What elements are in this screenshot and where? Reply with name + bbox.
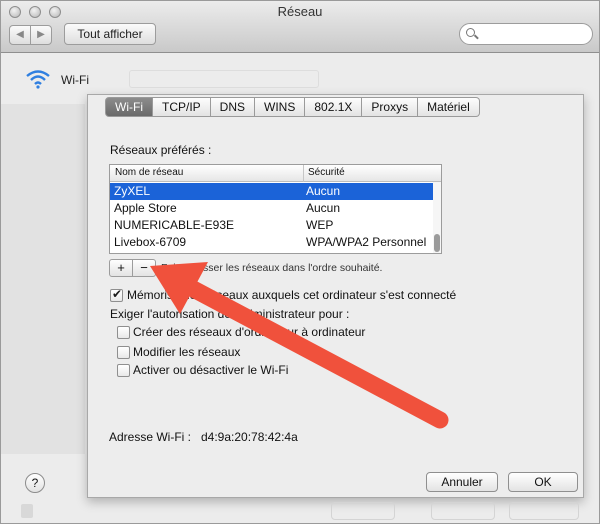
location-popup-ghost	[129, 70, 319, 88]
network-name-cell: NUMERICABLE-E93E	[114, 218, 235, 232]
network-name-cell: Livebox-6709	[114, 235, 187, 249]
tab-dns[interactable]: DNS	[210, 97, 255, 117]
table-row[interactable]: NUMERICABLE-E93E WEP	[110, 217, 434, 234]
scrollbar-thumb[interactable]	[434, 234, 440, 252]
toggle-wifi-label[interactable]: Activer ou désactiver le Wi-Fi	[133, 363, 288, 377]
search-input[interactable]	[459, 23, 593, 45]
settings-tabs: Wi-Fi TCP/IP DNS WINS 802.1X Proxys Maté…	[105, 97, 480, 117]
window-title: Réseau	[277, 4, 323, 19]
apply-button-ghost	[509, 502, 579, 520]
service-title: Wi-Fi	[61, 73, 89, 87]
preferred-networks-heading: Réseaux préférés :	[110, 143, 212, 157]
cancel-button[interactable]: Annuler	[426, 472, 498, 492]
drag-hint-text: Faites glisser les réseaux dans l'ordre …	[161, 262, 383, 274]
security-cell: WEP	[306, 218, 334, 232]
chevron-left-icon: ◀	[16, 29, 24, 40]
ok-button[interactable]: OK	[508, 472, 578, 492]
tab-8021x[interactable]: 802.1X	[305, 97, 363, 117]
admin-required-label: Exiger l'autorisation de l'administrateu…	[110, 307, 350, 321]
remember-networks-checkbox[interactable]	[110, 287, 123, 302]
services-list-ghost	[1, 104, 85, 454]
network-name-cell: Apple Store	[114, 201, 177, 215]
table-scrollbar[interactable]	[433, 182, 441, 253]
table-row[interactable]: Livebox-6709 WPA/WPA2 Personnel	[110, 234, 434, 251]
remove-network-button[interactable]: −	[132, 259, 156, 277]
table-header: Nom de réseau Sécurité	[110, 165, 441, 182]
create-networks-label[interactable]: Créer des réseaux d'ordinateur à ordinat…	[133, 325, 365, 339]
show-all-button[interactable]: Tout afficher	[64, 23, 156, 45]
table-row[interactable]: Apple Store Aucun	[110, 200, 434, 217]
security-cell: Aucun	[306, 184, 341, 198]
wifi-address-label: Adresse Wi-Fi :	[109, 430, 192, 444]
column-header-security[interactable]: Sécurité	[308, 167, 345, 178]
system-preferences-window: Réseau ◀ ▶ Tout afficher Wi-Fi Wi-Fi TCP…	[0, 0, 600, 524]
assistant-button-ghost	[331, 502, 395, 520]
lock-bar-ghost	[1, 498, 599, 524]
preferred-networks-table[interactable]: Nom de réseau Sécurité ZyXEL Aucun Apple…	[109, 164, 442, 254]
tab-tcpip[interactable]: TCP/IP	[152, 97, 211, 117]
modify-networks-label[interactable]: Modifier les réseaux	[133, 345, 240, 359]
create-networks-checkbox[interactable]	[117, 326, 130, 339]
table-row[interactable]: ZyXEL Aucun	[110, 183, 434, 200]
add-network-button[interactable]: +	[109, 259, 133, 277]
back-button[interactable]: ◀	[9, 25, 31, 45]
tab-materiel[interactable]: Matériel	[418, 97, 480, 117]
tab-proxys[interactable]: Proxys	[362, 97, 419, 117]
wifi-icon	[26, 70, 50, 89]
lock-icon	[21, 504, 33, 518]
column-divider	[303, 165, 304, 182]
wifi-address-value: d4:9a:20:78:42:4a	[201, 430, 298, 444]
chevron-right-icon: ▶	[37, 29, 45, 40]
revert-button-ghost	[431, 502, 495, 520]
toggle-wifi-checkbox[interactable]	[117, 364, 130, 377]
security-cell: Aucun	[306, 201, 341, 215]
modify-networks-checkbox[interactable]	[117, 346, 130, 359]
title-bar: Réseau ◀ ▶ Tout afficher	[1, 1, 599, 53]
tab-wins[interactable]: WINS	[255, 97, 306, 117]
security-cell: WPA/WPA2 Personnel	[306, 235, 427, 249]
remember-networks-label[interactable]: Mémoriser les réseaux auxquels cet ordin…	[127, 288, 456, 302]
forward-button[interactable]: ▶	[30, 25, 52, 45]
search-icon	[466, 28, 475, 37]
column-header-name[interactable]: Nom de réseau	[115, 167, 183, 178]
network-name-cell: ZyXEL	[114, 184, 151, 198]
help-button[interactable]: ?	[25, 473, 45, 493]
tab-wifi[interactable]: Wi-Fi	[105, 97, 153, 117]
